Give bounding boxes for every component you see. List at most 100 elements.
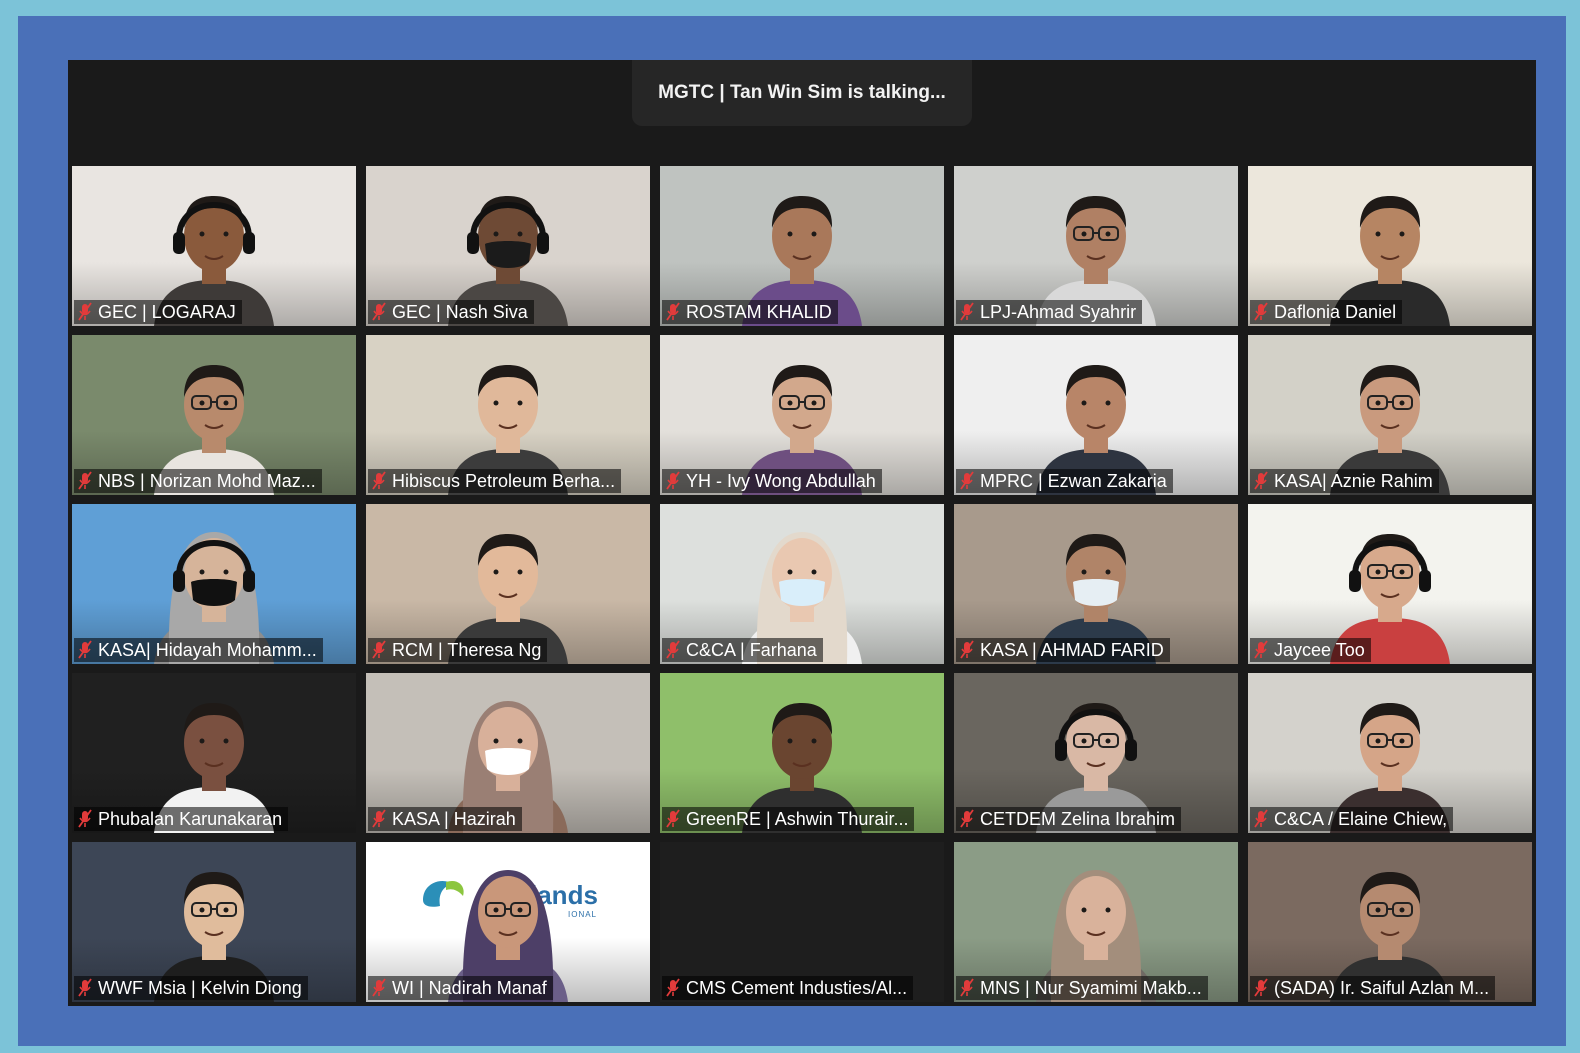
participant-name: ROSTAM KHALID — [686, 302, 832, 322]
microphone-muted-icon — [960, 809, 974, 828]
participant-name: Phubalan Karunakaran — [98, 809, 283, 829]
microphone-muted-icon — [1254, 471, 1268, 490]
participant-tile[interactable]: KASA| Aznie Rahim — [1248, 335, 1532, 495]
participant-name: C&CA | Farhana — [686, 640, 817, 660]
participant-nameplate: Hibiscus Petroleum Berha... — [368, 469, 622, 493]
participant-name: KASA| Hidayah Mohamm... — [98, 640, 317, 660]
participant-name: Hibiscus Petroleum Berha... — [392, 471, 616, 491]
participant-name: WWF Msia | Kelvin Diong — [98, 978, 302, 998]
participant-tile[interactable]: RCM | Theresa Ng — [366, 504, 650, 664]
active-speaker-banner: MGTC | Tan Win Sim is talking... — [632, 60, 972, 126]
participant-nameplate: KASA | AHMAD FARID — [956, 638, 1170, 662]
participant-name: NBS | Norizan Mohd Maz... — [98, 471, 316, 491]
participant-name: Daflonia Daniel — [1274, 302, 1397, 322]
participant-name: KASA | Hazirah — [392, 809, 516, 829]
participant-nameplate: C&CA | Farhana — [662, 638, 823, 662]
participant-tile[interactable]: KASA| Hidayah Mohamm... — [72, 504, 356, 664]
participant-name: Jaycee Too — [1274, 640, 1365, 660]
participant-name: (SADA) Ir. Saiful Azlan M... — [1274, 978, 1490, 998]
participant-tile[interactable]: C&CA | Farhana — [660, 504, 944, 664]
participant-nameplate: NBS | Norizan Mohd Maz... — [74, 469, 322, 493]
participant-tile[interactable]: KASA | AHMAD FARID — [954, 504, 1238, 664]
participant-tile[interactable]: GEC | Nash Siva — [366, 166, 650, 326]
participant-name: KASA | AHMAD FARID — [980, 640, 1164, 660]
microphone-muted-icon — [372, 471, 386, 490]
participant-name: CMS Cement Industies/Al... — [686, 978, 908, 998]
microphone-muted-icon — [78, 302, 92, 321]
participant-name: MNS | Nur Syamimi Makb... — [980, 978, 1202, 998]
microphone-muted-icon — [372, 809, 386, 828]
participant-nameplate: KASA| Hidayah Mohamm... — [74, 638, 323, 662]
microphone-muted-icon — [666, 471, 680, 490]
participant-nameplate: LPJ-Ahmad Syahrir — [956, 300, 1143, 324]
microphone-muted-icon — [666, 302, 680, 321]
participant-tile[interactable]: CETDEM Zelina Ibrahim — [954, 673, 1238, 833]
participant-tile[interactable]: GEC | LOGARAJ — [72, 166, 356, 326]
participant-name: WI | Nadirah Manaf — [392, 978, 547, 998]
participant-nameplate: CETDEM Zelina Ibrahim — [956, 807, 1182, 831]
microphone-muted-icon — [960, 978, 974, 997]
participant-tile[interactable]: YH - Ivy Wong Abdullah — [660, 335, 944, 495]
participant-tile[interactable]: lands IONAL WI | Nadirah Manaf — [366, 842, 650, 1002]
active-speaker-text: MGTC | Tan Win Sim is talking... — [658, 82, 946, 103]
participant-nameplate: C&CA / Elaine Chiew, — [1250, 807, 1454, 831]
participant-tile[interactable]: Jaycee Too — [1248, 504, 1532, 664]
participant-nameplate: Phubalan Karunakaran — [74, 807, 289, 831]
participant-tile[interactable]: MNS | Nur Syamimi Makb... — [954, 842, 1238, 1002]
participant-tile[interactable]: MPRC | Ezwan Zakaria — [954, 335, 1238, 495]
participant-name: GreenRE | Ashwin Thurair... — [686, 809, 909, 829]
participant-name: GEC | Nash Siva — [392, 302, 528, 322]
participant-name: LPJ-Ahmad Syahrir — [980, 302, 1137, 322]
participant-tile[interactable]: GreenRE | Ashwin Thurair... — [660, 673, 944, 833]
participant-nameplate: KASA | Hazirah — [368, 807, 522, 831]
participant-nameplate: Jaycee Too — [1250, 638, 1371, 662]
participant-name: RCM | Theresa Ng — [392, 640, 542, 660]
participant-name: GEC | LOGARAJ — [98, 302, 236, 322]
participant-nameplate: Daflonia Daniel — [1250, 300, 1403, 324]
participant-tile[interactable]: CMS Cement Industies/Al... — [660, 842, 944, 1002]
microphone-muted-icon — [960, 471, 974, 490]
participant-tile[interactable]: Hibiscus Petroleum Berha... — [366, 335, 650, 495]
microphone-muted-icon — [666, 640, 680, 659]
participant-nameplate: RCM | Theresa Ng — [368, 638, 548, 662]
microphone-muted-icon — [1254, 978, 1268, 997]
participant-nameplate: YH - Ivy Wong Abdullah — [662, 469, 882, 493]
microphone-muted-icon — [78, 640, 92, 659]
microphone-muted-icon — [666, 978, 680, 997]
microphone-muted-icon — [78, 809, 92, 828]
microphone-muted-icon — [372, 302, 386, 321]
microphone-muted-icon — [960, 302, 974, 321]
participant-tile[interactable]: WWF Msia | Kelvin Diong — [72, 842, 356, 1002]
participant-tile[interactable]: Daflonia Daniel — [1248, 166, 1532, 326]
participant-nameplate: CMS Cement Industies/Al... — [662, 976, 914, 1000]
microphone-muted-icon — [1254, 809, 1268, 828]
microphone-muted-icon — [1254, 640, 1268, 659]
participant-nameplate: WWF Msia | Kelvin Diong — [74, 976, 308, 1000]
participant-name: YH - Ivy Wong Abdullah — [686, 471, 876, 491]
participant-nameplate: GEC | Nash Siva — [368, 300, 534, 324]
participant-nameplate: GreenRE | Ashwin Thurair... — [662, 807, 915, 831]
microphone-muted-icon — [1254, 302, 1268, 321]
participant-name: MPRC | Ezwan Zakaria — [980, 471, 1167, 491]
participant-tile[interactable]: (SADA) Ir. Saiful Azlan M... — [1248, 842, 1532, 1002]
microphone-muted-icon — [372, 978, 386, 997]
participant-name: KASA| Aznie Rahim — [1274, 471, 1433, 491]
participant-nameplate: WI | Nadirah Manaf — [368, 976, 553, 1000]
participant-tile[interactable]: C&CA / Elaine Chiew, — [1248, 673, 1532, 833]
participant-nameplate: (SADA) Ir. Saiful Azlan M... — [1250, 976, 1496, 1000]
microphone-muted-icon — [78, 978, 92, 997]
participant-tile[interactable]: ROSTAM KHALID — [660, 166, 944, 326]
microphone-muted-icon — [666, 809, 680, 828]
participant-tile[interactable]: LPJ-Ahmad Syahrir — [954, 166, 1238, 326]
participant-nameplate: MNS | Nur Syamimi Makb... — [956, 976, 1208, 1000]
participant-tile[interactable]: Phubalan Karunakaran — [72, 673, 356, 833]
participant-nameplate: KASA| Aznie Rahim — [1250, 469, 1439, 493]
participant-gallery: GEC | LOGARAJ GEC | Nash Siva ROSTAM KHALI… — [72, 166, 1532, 1002]
microphone-muted-icon — [372, 640, 386, 659]
participant-nameplate: GEC | LOGARAJ — [74, 300, 242, 324]
participant-tile[interactable]: NBS | Norizan Mohd Maz... — [72, 335, 356, 495]
microphone-muted-icon — [78, 471, 92, 490]
participant-tile[interactable]: KASA | Hazirah — [366, 673, 650, 833]
participant-nameplate: MPRC | Ezwan Zakaria — [956, 469, 1173, 493]
participant-name: C&CA / Elaine Chiew, — [1274, 809, 1448, 829]
